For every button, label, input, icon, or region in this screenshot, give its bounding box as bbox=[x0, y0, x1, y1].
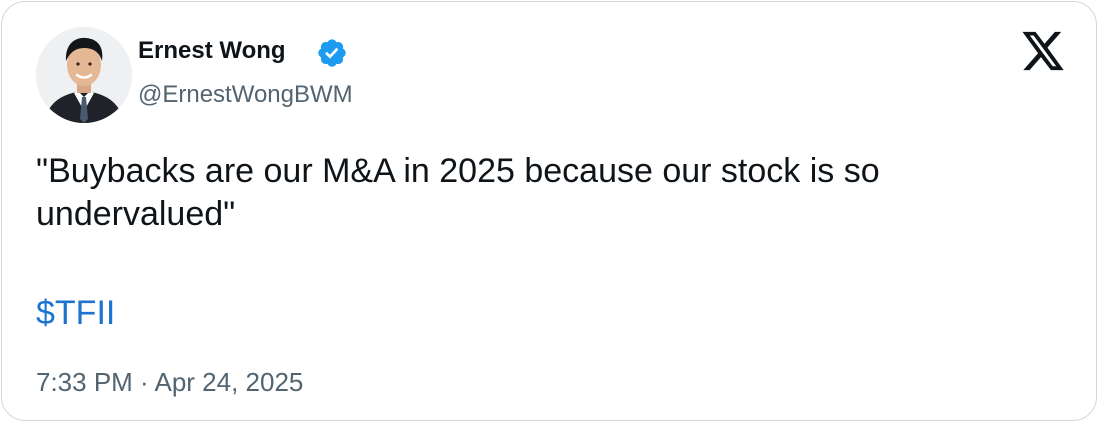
tweet-timestamp[interactable]: 7:33 PM · Apr 24, 2025 bbox=[36, 365, 303, 399]
x-logo-icon[interactable] bbox=[1020, 30, 1066, 72]
author-handle[interactable]: @ErnestWongBWM bbox=[138, 79, 353, 111]
verified-badge-icon bbox=[318, 39, 346, 67]
tweet-text: "Buybacks are our M&A in 2025 because ou… bbox=[36, 152, 880, 233]
cashtag-link[interactable]: $TFII bbox=[36, 292, 115, 335]
avatar-image bbox=[36, 27, 132, 123]
avatar[interactable] bbox=[36, 27, 132, 123]
author-name[interactable]: Ernest Wong bbox=[138, 35, 286, 67]
tweet-card[interactable]: Ernest Wong @ErnestWongBWM "Buybacks are… bbox=[1, 1, 1097, 421]
